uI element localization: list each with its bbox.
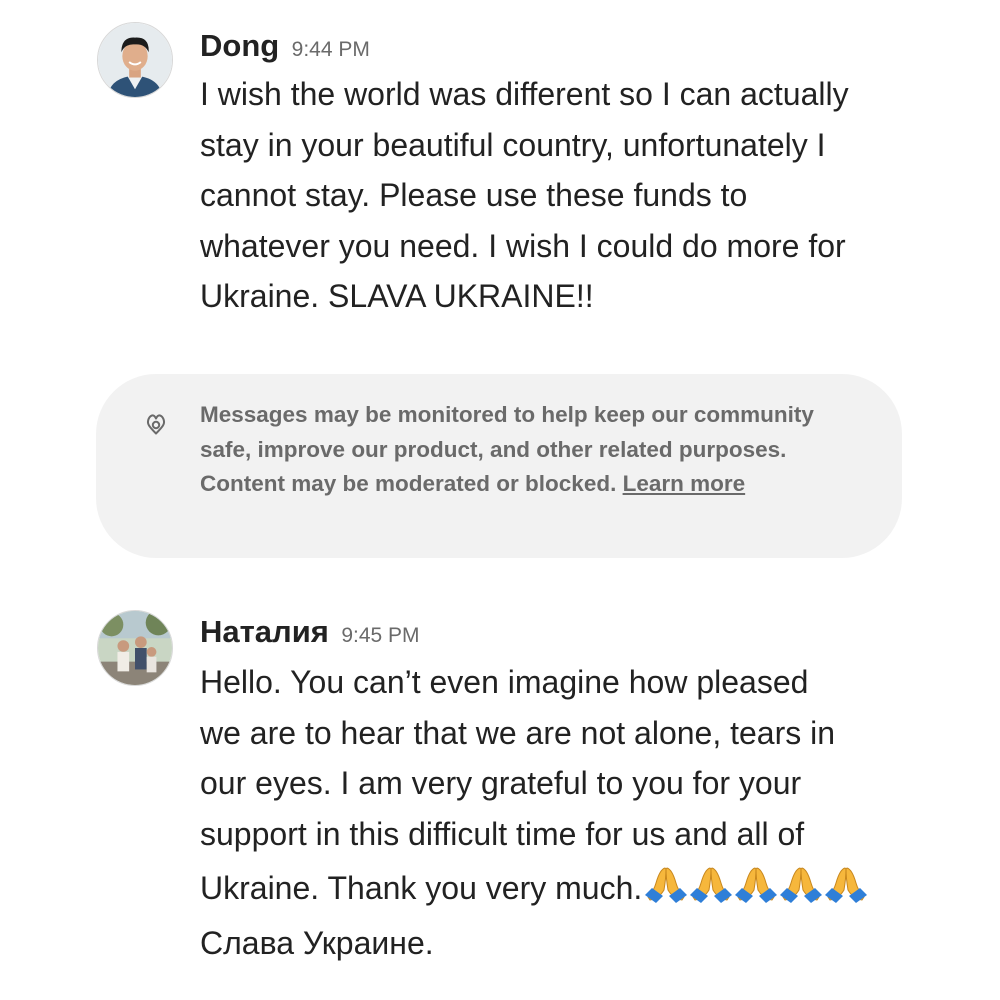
- avatar-dong[interactable]: [97, 22, 173, 98]
- avatar-natalia-image: [98, 611, 172, 685]
- folded-hands-icon: [779, 859, 823, 903]
- folded-hands-icon: [644, 859, 688, 903]
- message-dong: Dong 9:44 PM I wish the world was differ…: [0, 22, 1000, 322]
- avatar-natalia[interactable]: [97, 610, 173, 686]
- message-header: Dong 9:44 PM: [200, 24, 370, 74]
- folded-hands-icon: [689, 859, 733, 903]
- message-text: I wish the world was different so I can …: [200, 76, 849, 314]
- message-header: Наталия 9:45 PM: [200, 610, 420, 660]
- airbnb-logo-icon: [146, 414, 166, 435]
- message-text: Hello. You can’t even imagine how please…: [200, 657, 915, 968]
- sender-name[interactable]: Dong: [200, 28, 279, 63]
- monitoring-notice: Messages may be monitored to help keep o…: [96, 374, 902, 558]
- message-timestamp: 9:44 PM: [291, 38, 370, 61]
- folded-hands-icon: [734, 859, 778, 903]
- sender-name[interactable]: Наталия: [200, 614, 329, 649]
- emoji-row: [644, 859, 869, 918]
- message-closing: Слава Украине.: [200, 924, 434, 961]
- message-timestamp: 9:45 PM: [341, 624, 420, 647]
- avatar-dong-image: [98, 23, 172, 97]
- notice-text: Messages may be monitored to help keep o…: [200, 398, 840, 502]
- folded-hands-icon: [824, 859, 868, 903]
- message-natalia: Наталия 9:45 PM Hello. You can’t even im…: [0, 610, 1000, 970]
- learn-more-link[interactable]: Learn more: [623, 471, 746, 496]
